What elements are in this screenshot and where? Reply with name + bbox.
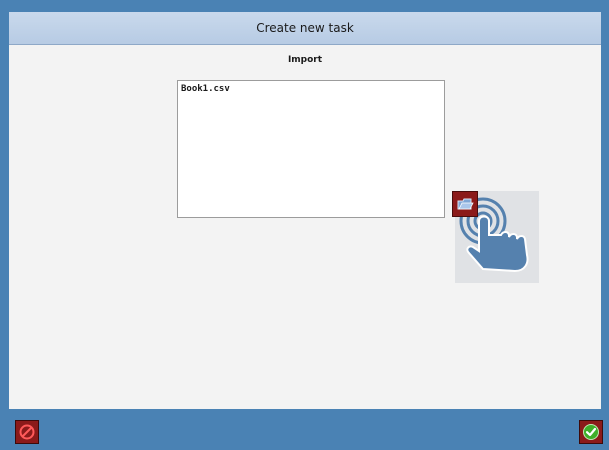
checkmark-icon: [583, 424, 599, 440]
dialog-content: Import Book1.csv: [9, 45, 601, 409]
cancel-button[interactable]: [15, 420, 39, 444]
dialog-frame: Create new task Import Book1.csv: [0, 0, 609, 450]
file-list-item[interactable]: Book1.csv: [181, 84, 441, 94]
dialog-title-bar: Create new task: [9, 12, 601, 45]
cancel-icon: [19, 424, 35, 440]
folder-browse-icon: [457, 198, 474, 210]
dialog-title: Create new task: [256, 21, 354, 35]
import-section-label: Import: [287, 55, 323, 65]
import-file-list[interactable]: Book1.csv: [177, 80, 445, 218]
dialog-footer: [0, 409, 609, 450]
confirm-button[interactable]: [579, 420, 603, 444]
browse-file-button[interactable]: [452, 191, 478, 217]
